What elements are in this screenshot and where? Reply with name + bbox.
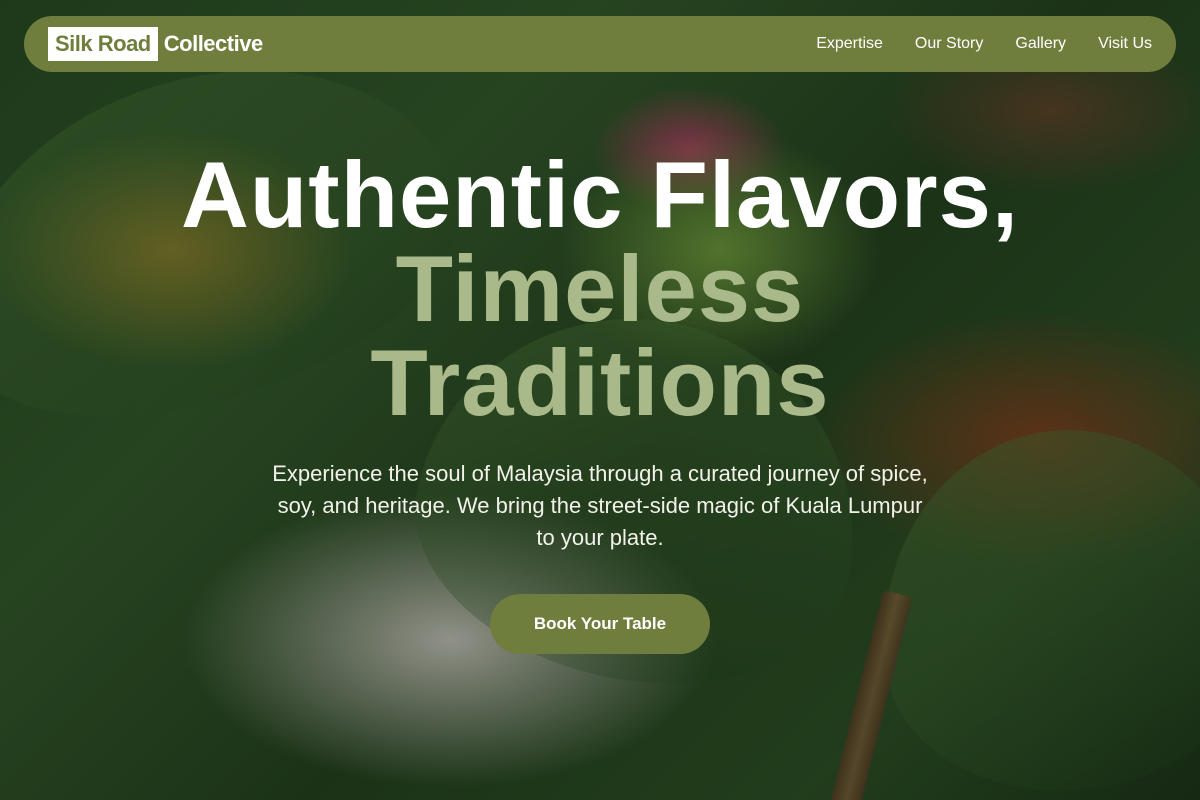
nav-link-visit-us[interactable]: Visit Us <box>1098 35 1152 53</box>
nav-link-expertise[interactable]: Expertise <box>816 35 883 53</box>
hero-title-line2: Timeless <box>395 236 805 341</box>
brand-logo[interactable]: Silk Road Collective <box>48 27 263 61</box>
hero-title: Authentic Flavors, Timeless Traditions <box>0 148 1200 430</box>
brand-highlight: Silk Road <box>48 27 158 61</box>
book-table-button[interactable]: Book Your Table <box>490 594 710 654</box>
nav-links: Expertise Our Story Gallery Visit Us <box>816 35 1152 53</box>
nav-link-our-story[interactable]: Our Story <box>915 35 983 53</box>
brand-name: Collective <box>163 31 263 56</box>
top-navbar: Silk Road Collective Expertise Our Story… <box>24 16 1176 72</box>
nav-link-gallery[interactable]: Gallery <box>1015 35 1066 53</box>
hero-title-line3: Traditions <box>370 330 830 435</box>
hero-subtitle: Experience the soul of Malaysia through … <box>272 461 928 550</box>
hero-title-line1: Authentic Flavors, <box>180 142 1020 247</box>
